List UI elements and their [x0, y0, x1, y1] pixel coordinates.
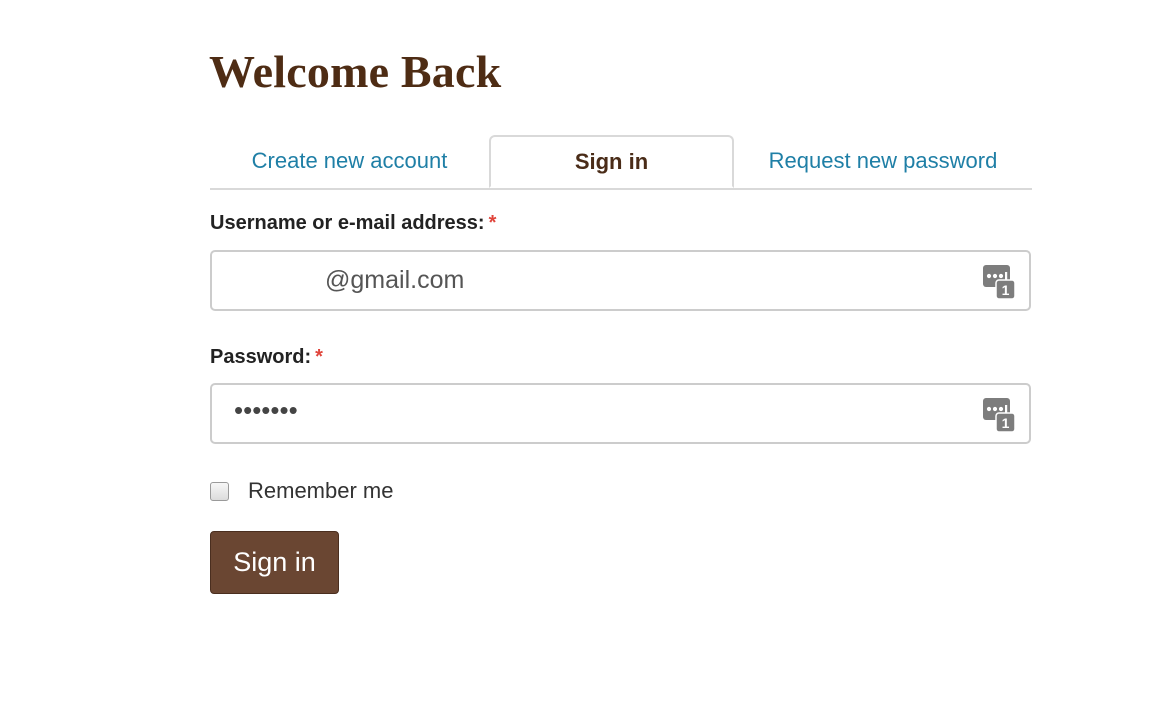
tab-create-account[interactable]: Create new account [210, 135, 489, 188]
tab-request-password[interactable]: Request new password [734, 135, 1032, 188]
page-title: Welcome Back [209, 46, 502, 97]
required-marker: * [488, 212, 497, 234]
password-manager-icon[interactable]: 1 [983, 265, 1015, 299]
tab-sign-in[interactable]: Sign in [489, 135, 734, 188]
tab-bar: Create new account Sign in Request new p… [210, 135, 1032, 190]
sign-in-button[interactable]: Sign in [210, 531, 339, 594]
remember-me-label[interactable]: Remember me [248, 478, 393, 504]
username-label: Username or e-mail address: * [210, 211, 496, 235]
svg-text:1: 1 [1002, 415, 1010, 431]
password-value: ••••••• [234, 395, 298, 425]
password-label: Password: * [210, 345, 323, 369]
username-input[interactable]: @gmail.com 1 [210, 250, 1031, 311]
password-input[interactable]: ••••••• 1 [210, 383, 1031, 444]
password-label-text: Password: [210, 346, 312, 368]
required-marker: * [315, 346, 323, 368]
remember-me-checkbox[interactable] [210, 482, 229, 501]
login-page: Welcome Back Create new account Sign in … [0, 0, 1166, 717]
password-manager-icon[interactable]: 1 [983, 398, 1015, 432]
username-label-text: Username or e-mail address: [210, 212, 485, 234]
svg-text:1: 1 [1002, 282, 1010, 298]
username-value: @gmail.com [325, 266, 465, 294]
